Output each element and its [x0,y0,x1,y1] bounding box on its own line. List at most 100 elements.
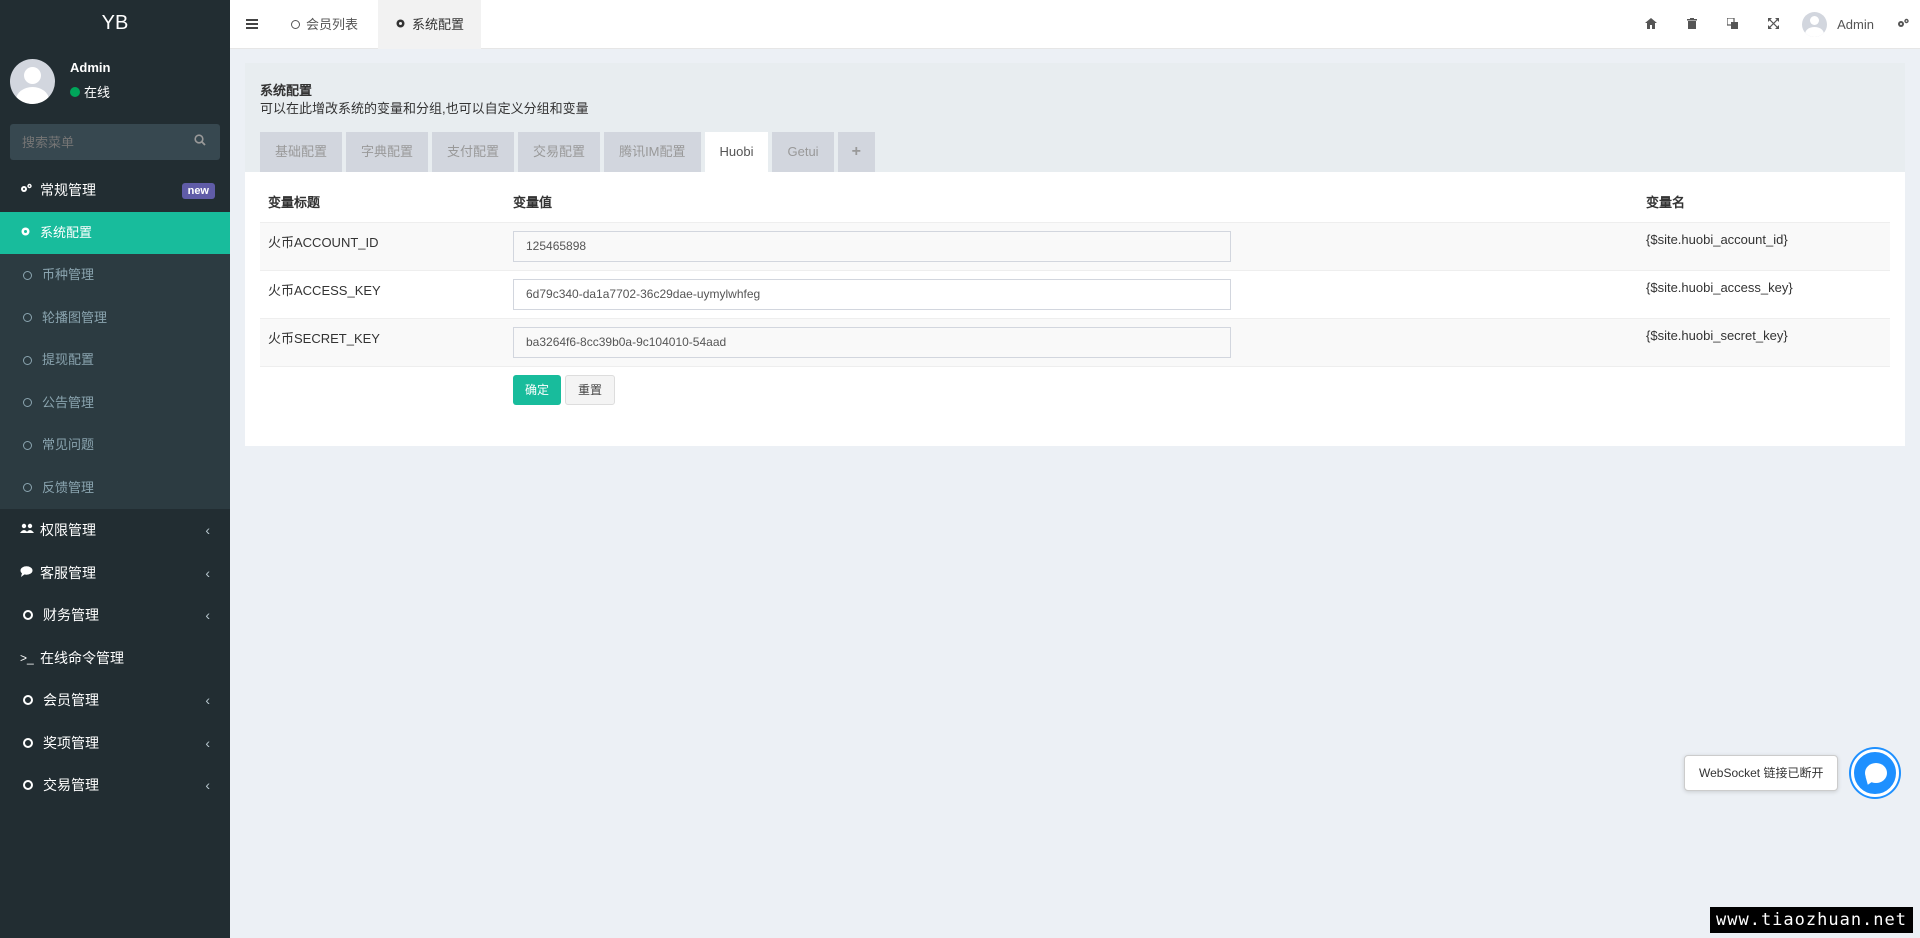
circle-icon [23,695,33,706]
sidebar-item-label: 提现配置 [42,352,95,367]
chevron-left-icon: ‹ [205,607,210,623]
top-header: 会员列表 系统配置 Admin [230,0,1920,49]
sidebar-item-label: 常见问题 [42,437,95,452]
sidebar-item-notice[interactable]: 公告管理 [0,382,230,425]
sidebar-item-trade[interactable]: 交易管理 ‹ [0,764,230,807]
sidebar-item-label: 奖项管理 [43,734,99,751]
sidebar-item-label: 权限管理 [40,522,96,538]
sidebar-item-label: 常规管理 [40,182,96,198]
tab-getui[interactable]: Getui [772,132,834,172]
terminal-icon: >_ [20,650,34,665]
tab-trade[interactable]: 交易配置 [518,132,601,172]
column-header: 变量名 [1638,181,1890,223]
avatar [1802,12,1828,37]
sidebar-item-auth[interactable]: 权限管理 ‹ [0,509,230,552]
sidebar-item-label: 币种管理 [42,267,95,282]
circle-icon [23,355,32,365]
header-user[interactable]: Admin [1794,12,1886,37]
chevron-left-icon: ‹ [205,564,210,581]
tab-system-config[interactable]: 系统配置 [378,0,482,49]
chevron-left-icon: ‹ [205,692,210,708]
config-panel: 系统配置 可以在此增改系统的变量和分组,也可以自定义分组和变量 基础配置 字典配… [245,63,1905,446]
user-name: Admin [70,60,111,75]
circle-icon [23,440,32,450]
avatar [10,59,55,104]
sidebar-item-label: 轮播图管理 [42,309,108,325]
sidebar-item-system-config[interactable]: 系统配置 [0,211,230,255]
sidebar-item-finance[interactable]: 财务管理 ‹ [0,594,230,637]
chevron-left-icon: ‹ [205,777,210,793]
sidebar-item-label: 在线命令管理 [40,649,124,666]
account-id-field[interactable]: 125465898 [513,230,1231,262]
row-var-name: {$site.huobi_account_id} [1638,222,1890,271]
config-table: 变量标题 变量值 变量名 火币ACCOUNT_ID 125465898 {$si… [260,181,1890,367]
table-row: 火币ACCOUNT_ID 125465898 {$site.huobi_acco… [260,222,1890,271]
users-icon [20,509,40,552]
sidebar: YB Admin 在线 常规管理 new 系统配置 [0,0,230,938]
user-status: 在线 [70,82,110,101]
sidebar-item-label: 客服管理 [40,564,96,581]
sidebar-item-member[interactable]: 会员管理 ‹ [0,679,230,722]
gear-icon [20,212,40,255]
circle-icon [23,780,33,791]
panel-description: 可以在此增改系统的变量和分组,也可以自定义分组和变量 [260,101,589,116]
fullscreen-icon[interactable] [1753,17,1794,32]
sidebar-item-label: 公告管理 [42,394,95,410]
reset-button[interactable]: 重置 [565,375,616,405]
sidebar-item-award[interactable]: 奖项管理 ‹ [0,722,230,765]
row-title: 火币ACCESS_KEY [260,270,505,319]
sidebar-item-faq[interactable]: 常见问题 [0,424,230,467]
sidebar-item-label: 会员管理 [43,692,99,708]
sidebar-item-service[interactable]: 客服管理 ‹ [0,552,230,595]
panel-heading: 系统配置 可以在此增改系统的变量和分组,也可以自定义分组和变量 基础配置 字典配… [245,63,1905,172]
tab-member-list[interactable]: 会员列表 [274,0,375,49]
watermark: www.tiaozhuan.net [1710,907,1913,933]
header-user-name: Admin [1837,17,1874,32]
trash-icon[interactable] [1671,17,1712,32]
sidebar-item-feedback[interactable]: 反馈管理 [0,467,230,510]
add-tab-button[interactable]: + [837,132,875,172]
chevron-left-icon: ‹ [205,734,210,751]
access-key-field[interactable]: 6d79c340-da1a7702-36c29dae-uymylwhfeg [513,278,1231,310]
sidebar-item-label: 系统配置 [40,224,93,240]
user-panel: Admin 在线 [0,49,230,121]
circle-icon [291,20,300,29]
config-tabs: 基础配置 字典配置 支付配置 交易配置 腾讯IM配置 Huobi Getui + [260,132,875,172]
cogs-icon [20,169,40,212]
secret-key-field[interactable]: ba3264f6-8cc39b0a-9c104010-54aad [513,326,1231,358]
column-header: 变量标题 [260,181,505,223]
confirm-button[interactable]: 确定 [513,375,562,405]
circle-icon [23,483,32,493]
search-input[interactable] [10,124,180,160]
tab-tencent-im[interactable]: 腾讯IM配置 [604,132,701,172]
sidebar-item-general[interactable]: 常规管理 new [0,169,230,212]
circle-icon [23,398,32,408]
submenu-general: 系统配置 币种管理 轮播图管理 提现配置 公告管理 常见问题 反馈管理 [0,211,230,510]
tab-payment[interactable]: 支付配置 [432,132,515,172]
sidebar-item-currency[interactable]: 币种管理 [0,254,230,297]
column-header: 变量值 [505,181,1638,223]
menu-toggle-icon[interactable] [230,0,274,49]
chat-bubble-icon[interactable] [1851,749,1899,797]
tab-basic[interactable]: 基础配置 [260,132,343,172]
sidebar-menu: 常规管理 new 系统配置 币种管理 轮播图管理 提现配置 公告管理 常见问题 … [0,169,230,807]
sidebar-item-command[interactable]: >_ 在线命令管理 [0,637,230,680]
logo[interactable]: YB [0,0,230,49]
user-status-text: 在线 [84,85,111,100]
sidebar-item-carousel[interactable]: 轮播图管理 [0,297,230,340]
tab-dictionary[interactable]: 字典配置 [346,132,429,172]
language-icon[interactable] [1712,17,1753,32]
gear-icon [395,2,406,48]
table-row: 火币ACCESS_KEY 6d79c340-da1a7702-36c29dae-… [260,270,1890,319]
circle-icon [23,610,33,621]
comment-icon [20,552,40,595]
cogs-icon[interactable] [1886,17,1920,32]
row-title: 火币SECRET_KEY [260,318,505,367]
tab-huobi[interactable]: Huobi [704,132,769,172]
sidebar-item-label: 财务管理 [43,607,99,623]
table-row: 火币SECRET_KEY ba3264f6-8cc39b0a-9c104010-… [260,318,1890,367]
search-icon[interactable] [194,134,208,148]
home-icon[interactable] [1630,17,1671,32]
sidebar-item-withdraw[interactable]: 提现配置 [0,339,230,382]
form-actions: 确定 重置 [513,375,616,405]
